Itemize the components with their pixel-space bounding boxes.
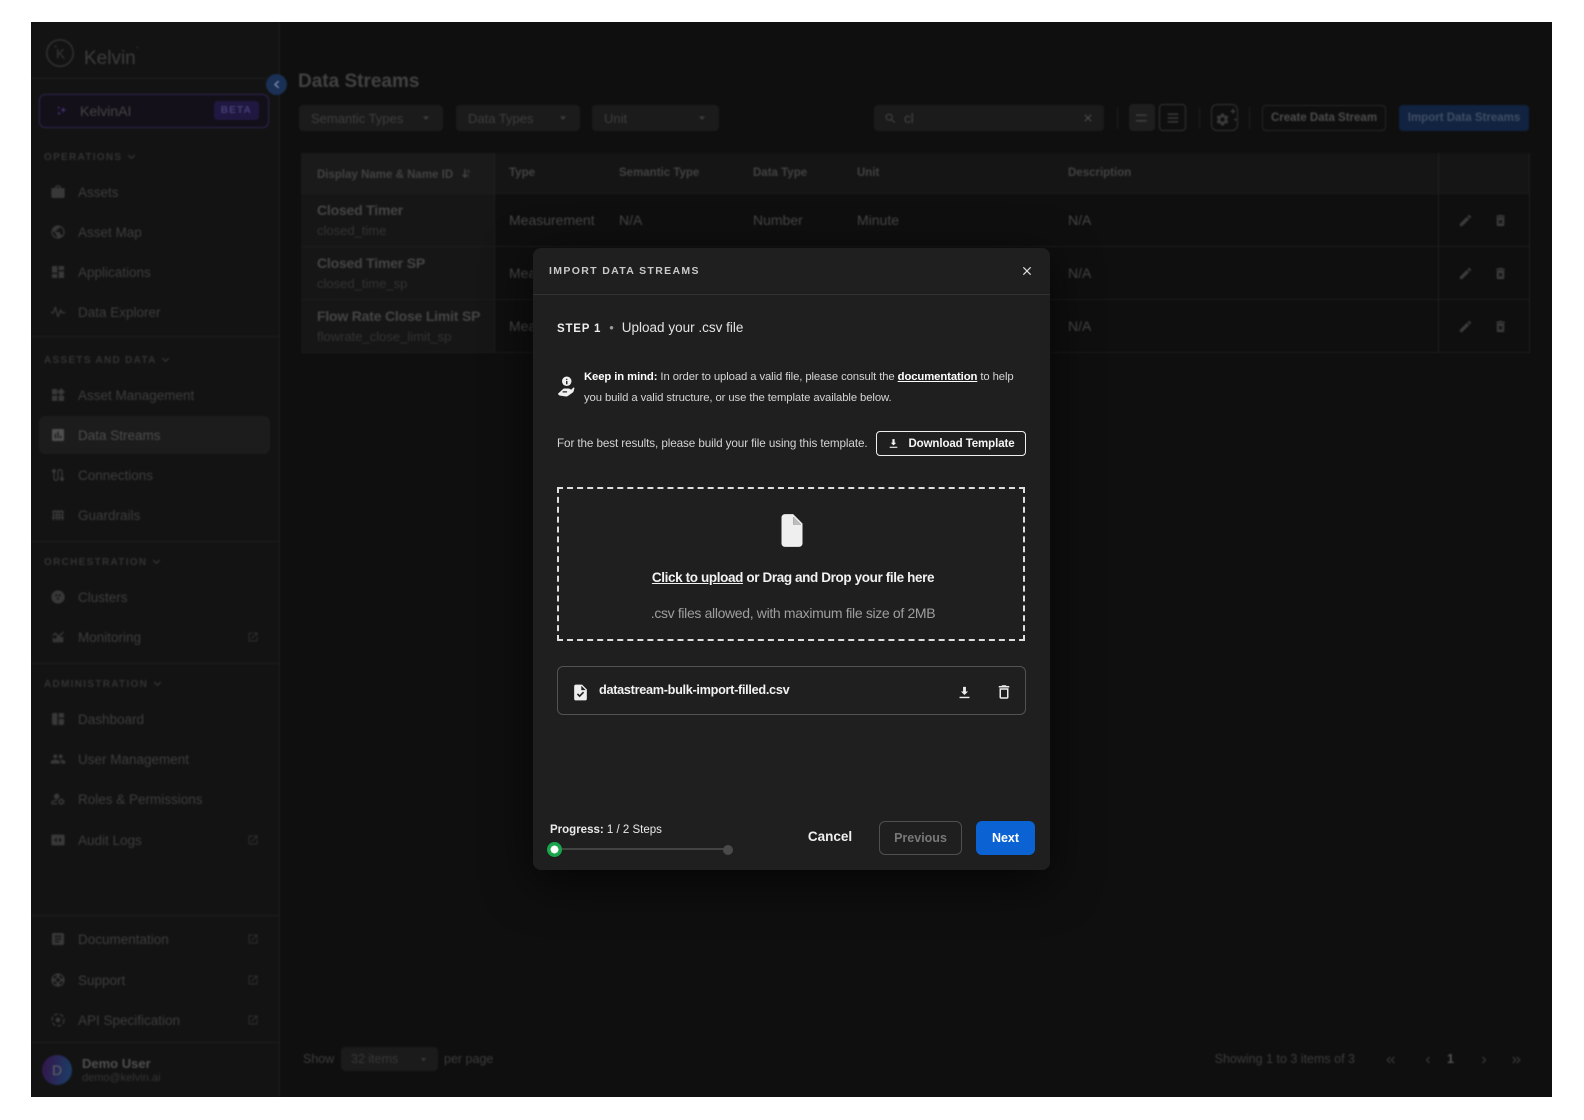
svg-text:K: K <box>56 47 65 62</box>
